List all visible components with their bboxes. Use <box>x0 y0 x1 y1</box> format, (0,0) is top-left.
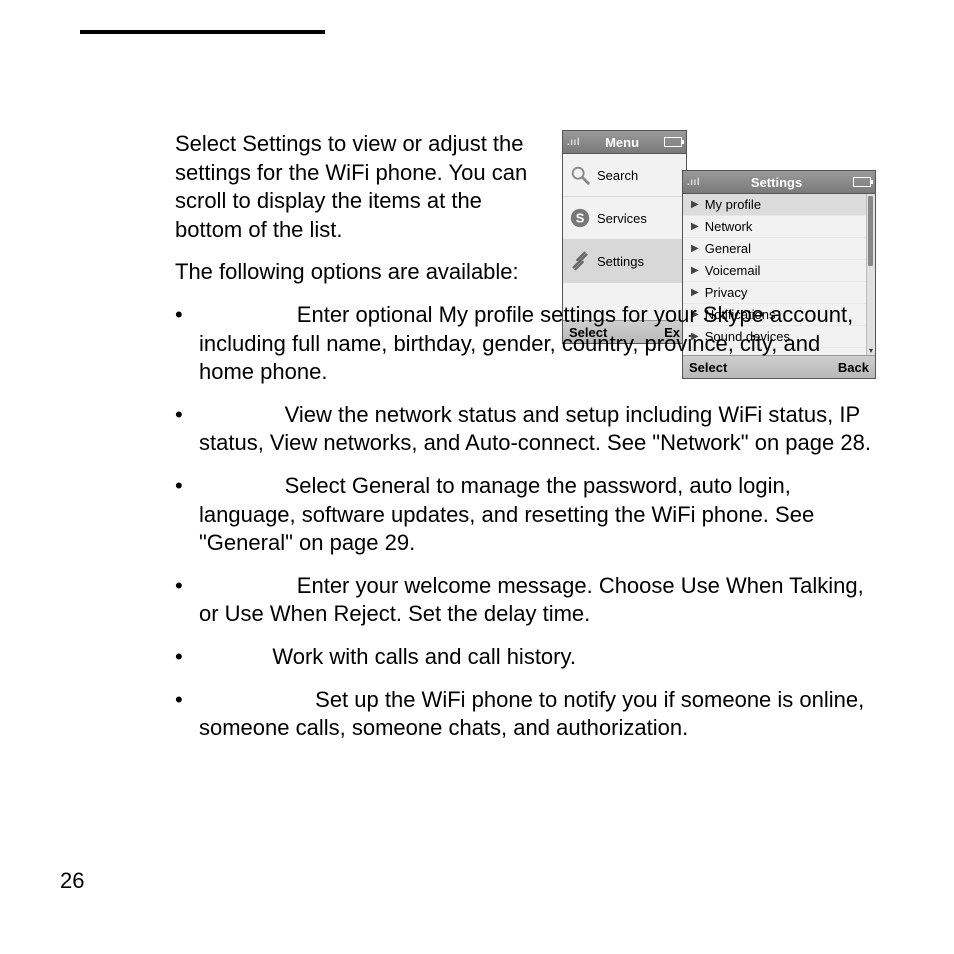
list-item: Set up the WiFi phone to notify you if s… <box>175 686 875 743</box>
intro-paragraph-2: The following options are available: <box>175 258 552 287</box>
list-item-text: Set up the WiFi phone to notify you if s… <box>199 687 870 741</box>
intro-paragraph-1: Select Settings to view or adjust the se… <box>175 130 552 244</box>
list-item: Enter your welcome message. Choose Use W… <box>175 572 875 629</box>
list-item-text: Enter your welcome message. Choose Use W… <box>199 573 870 627</box>
list-item-text: View the network status and setup includ… <box>199 402 871 456</box>
list-item: View the network status and setup includ… <box>175 401 875 458</box>
list-item-text: Work with calls and call history. <box>199 644 576 669</box>
list-item-text: Select General to manage the password, a… <box>199 473 820 555</box>
page-number: 26 <box>60 868 84 894</box>
list-item: Select General to manage the password, a… <box>175 472 875 558</box>
options-list: Enter optional My profile settings for y… <box>175 301 875 743</box>
list-item-text: Enter optional My profile settings for y… <box>199 302 859 384</box>
list-item: Work with calls and call history. <box>175 643 875 672</box>
list-item: Enter optional My profile settings for y… <box>175 301 875 387</box>
header-rule <box>80 30 325 34</box>
main-content: Select Settings to view or adjust the se… <box>175 130 875 757</box>
